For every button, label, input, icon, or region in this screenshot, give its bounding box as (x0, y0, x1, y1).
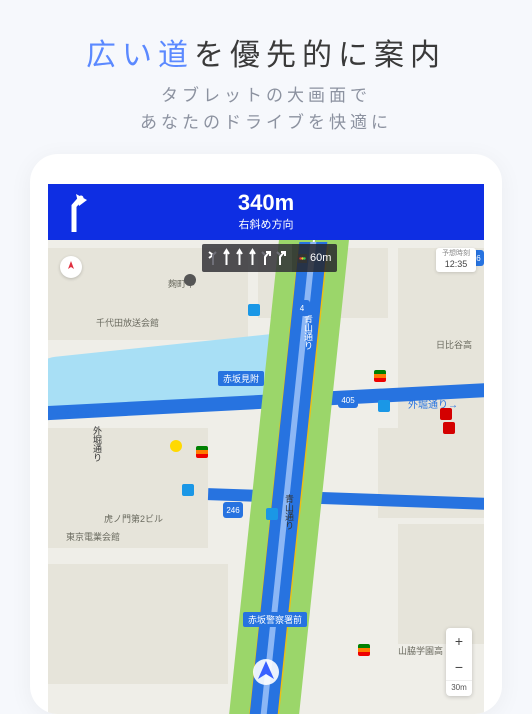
lane-up-right-icon (276, 247, 287, 267)
road-name-label: 青山通り (302, 314, 315, 350)
headline-rest: を優先的に案内 (194, 39, 446, 72)
map-scale: 30m (446, 680, 472, 696)
zoom-control: + − 30m (446, 628, 472, 696)
next-turn-direction: 右斜め方向 (104, 216, 428, 232)
poi-seven-icon[interactable] (358, 644, 370, 656)
lane-distance-value: 60m (310, 252, 331, 264)
lane-up-icon (222, 247, 231, 267)
headline: 広い道を優先的に案内 (0, 0, 532, 82)
intersection-label: 赤坂見附 (218, 371, 264, 386)
lane-up-icon (248, 247, 257, 267)
compass-icon (64, 260, 78, 274)
vehicle-icon (251, 657, 281, 687)
zoom-out-button[interactable]: − (446, 654, 472, 680)
lane-up-icon (235, 247, 244, 267)
subheadline: タブレットの大画面で あなたのドライブを快適に (0, 82, 532, 154)
route-shield: 405 (338, 392, 358, 408)
lane-up-right-icon (261, 247, 272, 267)
subhead-line1: タブレットの大画面で (0, 82, 532, 109)
headline-accent: 広い道 (86, 39, 194, 72)
lane-guidance: 60m (202, 244, 337, 272)
lane-distance: 60m (292, 244, 337, 272)
signal-icon (298, 254, 307, 263)
map-place-label: 千代田放送会館 (96, 316, 159, 329)
next-turn-distance: 340m (104, 192, 428, 214)
map-block (398, 524, 484, 644)
poi-convenience-icon[interactable] (182, 484, 194, 496)
road-name-label: ←外堀通り (54, 404, 104, 419)
road-name-label: 外堀通り (91, 426, 104, 462)
road-name-label: 青山通り (283, 494, 296, 530)
route-shield: 246 (223, 502, 243, 518)
poi-seven-icon[interactable] (374, 370, 386, 382)
tablet-device: 340m 右斜め方向 60m (30, 154, 502, 714)
lane-arrows (202, 244, 292, 272)
subhead-line2: あなたのドライブを快適に (0, 109, 532, 136)
zoom-in-button[interactable]: + (446, 628, 472, 654)
intersection-label: 赤坂警察署前 (243, 612, 307, 627)
route-shield: 4 (294, 300, 310, 316)
navigation-banner[interactable]: 340m 右斜め方向 (48, 184, 484, 240)
map-place-label: 山脇学園高 (398, 644, 443, 657)
lane-left-icon (207, 247, 218, 267)
poi-convenience-icon[interactable] (266, 508, 278, 520)
eta-value: 12:35 (442, 259, 470, 270)
poi-seven-icon[interactable] (196, 446, 208, 458)
eta-display[interactable]: 予想時刻 12:35 (436, 248, 476, 271)
banner-info: 340m 右斜め方向 (104, 192, 428, 232)
poi-convenience-icon[interactable] (378, 400, 390, 412)
eta-label: 予想時刻 (442, 250, 470, 258)
map-block (48, 564, 228, 684)
turn-right-icon (48, 184, 104, 240)
poi-gas-icon[interactable] (443, 422, 455, 434)
map-place-label: 日比谷高 (436, 338, 472, 351)
map-place-label: 虎ノ門第2ビル (104, 512, 163, 525)
map-place-label: 東京電業会館 (66, 530, 120, 543)
vehicle-marker (251, 657, 281, 692)
poi-convenience-icon[interactable] (248, 304, 260, 316)
poi-gas-icon[interactable] (440, 408, 452, 420)
app-screen: 340m 右斜め方向 60m (48, 184, 484, 714)
